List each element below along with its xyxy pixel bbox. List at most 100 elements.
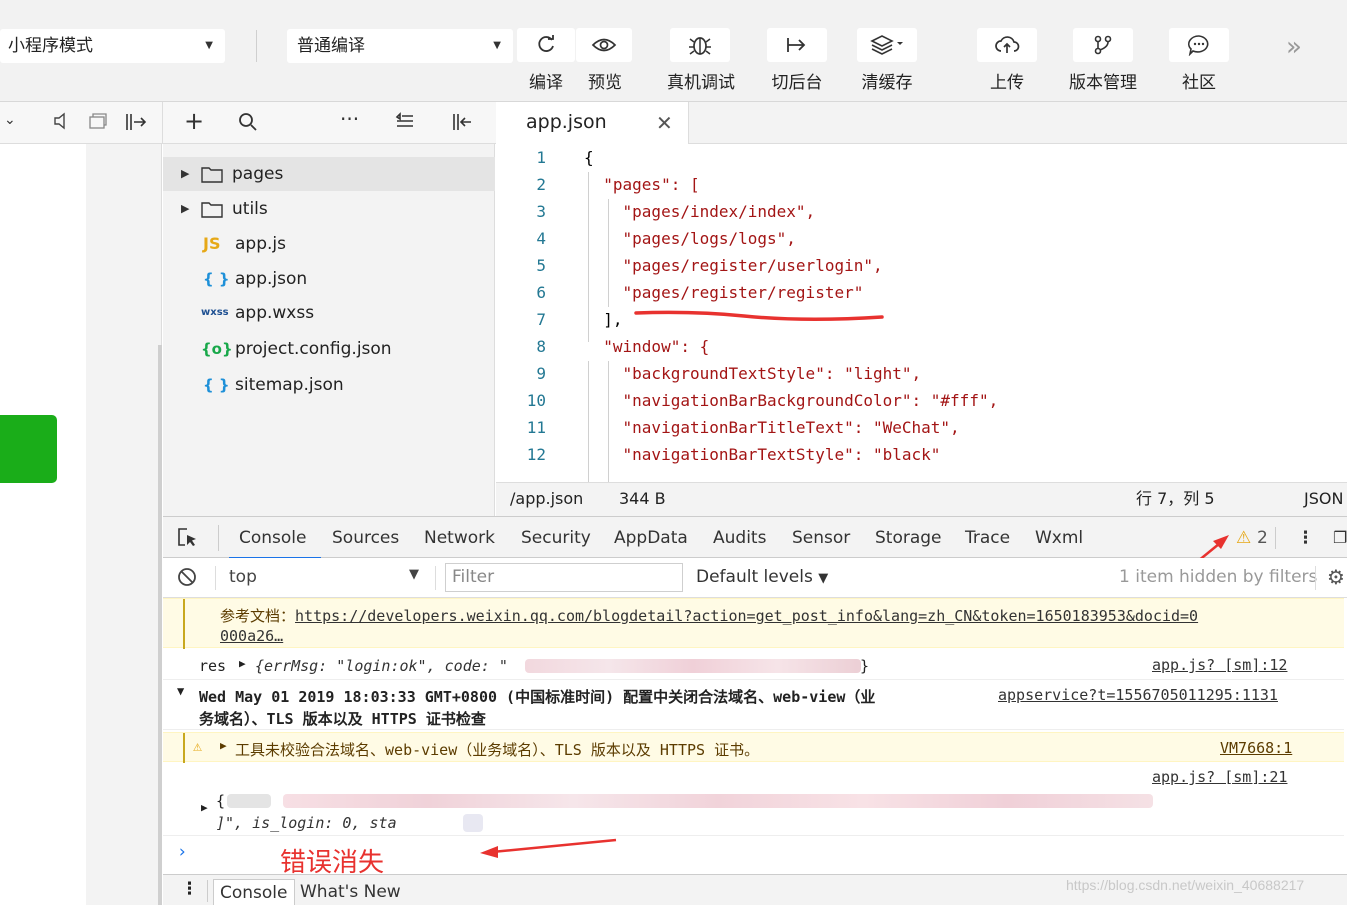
redacted-region [525, 659, 861, 673]
context-select[interactable]: top ▼ [223, 558, 429, 598]
tab-sensor[interactable]: Sensor [792, 528, 850, 548]
compile-select-value: 普通编译 [297, 36, 365, 56]
status-file-size: 344 B [619, 489, 666, 508]
warning-text: 工具未校验合法域名、web-view（业务域名）、TLS 版本以及 HTTPS … [235, 741, 760, 759]
tab-network[interactable]: Network [424, 528, 495, 548]
preview-button[interactable] [576, 28, 632, 62]
volume-icon[interactable] [52, 112, 68, 135]
expand-arrow-icon[interactable]: ▶ [201, 801, 208, 814]
editor-tab-label: app.json [526, 111, 607, 133]
compile-mode-select[interactable]: 普通编译 ▼ [287, 29, 513, 63]
mode-select[interactable]: 小程序模式 ▼ [0, 29, 225, 63]
red-arrow-annotation [480, 838, 617, 858]
kebab-menu-icon[interactable]: ⋮ [181, 879, 198, 899]
warning-bar [183, 599, 185, 649]
tree-item-pages[interactable]: ▶ pages [163, 157, 495, 191]
group-source-link[interactable]: appservice?t=1556705011295:1131 [992, 686, 1278, 704]
doc-link-continued[interactable]: 000a26… [220, 627, 283, 645]
collapse-all-icon[interactable] [395, 112, 415, 135]
warning-icon: ⚠ [193, 737, 203, 755]
status-cursor-position[interactable]: 行 7，列 5 [1136, 483, 1215, 515]
tree-item-project-config[interactable]: {o} project.config.json [163, 332, 495, 366]
log-source-link[interactable]: app.js? [sm]:12 [1152, 656, 1287, 674]
line-number: 12 [526, 445, 546, 464]
res-object[interactable]: {errMsg: "login:ok", code: " [255, 657, 508, 675]
gear-icon[interactable]: ⚙ [1327, 565, 1345, 589]
redacted-region [463, 814, 483, 832]
tree-item-label: app.wxss [235, 303, 315, 323]
warning-icon[interactable]: ⚠ [1236, 528, 1251, 548]
console-prompt-icon[interactable]: › [177, 842, 187, 862]
community-button[interactable] [1169, 28, 1229, 62]
editor-tab-app-json[interactable]: app.json ✕ [496, 102, 689, 145]
inspect-element-icon[interactable] [177, 527, 199, 554]
search-icon[interactable] [238, 112, 258, 137]
drawer-tab-console[interactable]: Console [213, 879, 295, 905]
file-tree: ▶ pages ▶ utils JS app.js { } app.json w… [163, 144, 495, 516]
background-button[interactable] [767, 28, 827, 62]
compile-button[interactable] [517, 28, 575, 62]
undock-icon[interactable]: ❐ [1333, 528, 1347, 547]
log-levels-select[interactable]: Default levels ▼ [696, 567, 828, 587]
tab-wxml[interactable]: Wxml [1035, 528, 1083, 548]
simulator-scrollbar[interactable] [158, 345, 162, 905]
tab-trace[interactable]: Trace [965, 528, 1010, 548]
dock-left-icon[interactable] [451, 112, 473, 137]
tab-console[interactable]: Console [229, 528, 321, 559]
window-icon[interactable] [88, 112, 108, 135]
status-language[interactable]: JSON [1304, 483, 1343, 515]
chevron-down-icon[interactable]: ▼ [177, 684, 184, 698]
remote-debug-button[interactable] [670, 28, 730, 62]
clear-cache-label: 清缓存 [861, 73, 913, 93]
simulator-gutter [86, 144, 162, 905]
doc-link[interactable]: https://developers.weixin.qq.com/blogdet… [295, 607, 1198, 625]
console-filter-input[interactable]: Filter [445, 563, 683, 592]
more-icon[interactable]: ··· [340, 107, 359, 131]
drawer-tab-whats-new[interactable]: What's New [294, 879, 407, 905]
warning-source-link[interactable]: VM7668:1 [1220, 739, 1292, 757]
clear-console-icon[interactable] [177, 567, 197, 592]
upload-label: 上传 [990, 73, 1024, 93]
close-icon[interactable]: ✕ [656, 111, 673, 135]
expand-arrow-icon[interactable]: ▶ [220, 739, 227, 752]
filter-divider [1315, 566, 1316, 590]
console-doc-line: 参考文档：https://developers.weixin.qq.com/bl… [220, 605, 1198, 626]
red-underline-annotation [634, 310, 884, 322]
console-warning-entry: ⚠ ▶ 工具未校验合法域名、web-view（业务域名）、TLS 版本以及 HT… [163, 732, 1344, 763]
devtools-divider [1275, 527, 1276, 549]
tree-item-sitemap[interactable]: { } sitemap.json [163, 368, 495, 402]
tab-audits[interactable]: Audits [713, 528, 766, 548]
version-label: 版本管理 [1069, 73, 1137, 93]
tree-item-app-js[interactable]: JS app.js [163, 227, 495, 261]
line-number: 2 [536, 175, 546, 194]
add-icon[interactable]: + [184, 107, 204, 135]
warning-count[interactable]: 2 [1257, 528, 1268, 548]
dock-right-icon[interactable] [124, 112, 148, 137]
chevron-down-icon[interactable]: ⌄ [4, 112, 16, 128]
object-source-link[interactable]: app.js? [sm]:21 [1152, 768, 1287, 786]
config-file-icon: {o} [201, 340, 233, 358]
group-title-continued: 务域名）、TLS 版本以及 HTTPS 证书检查 [199, 710, 486, 728]
console-filter-bar: top ▼ Filter Default levels ▼ 1 item hid… [163, 558, 1347, 598]
code-line: "pages/register/register" [584, 283, 864, 302]
tree-item-app-json[interactable]: { } app.json [163, 262, 495, 296]
kebab-menu-icon[interactable]: ⋮ [1297, 528, 1314, 548]
code-editor[interactable]: 1 2 3 4 5 6 7 8 9 10 11 12 { "pages": [ … [496, 144, 1347, 482]
watermark-text: https://blog.csdn.net/weixin_40688217 [1066, 877, 1305, 893]
simulator-green-button[interactable] [0, 415, 57, 483]
upload-button[interactable] [977, 28, 1037, 62]
tab-storage[interactable]: Storage [875, 528, 942, 548]
tree-item-utils[interactable]: ▶ utils [163, 192, 495, 226]
chevron-right-icon: ▶ [181, 167, 190, 180]
editor-status-bar: /app.json 344 B 行 7，列 5 JSON [496, 482, 1347, 516]
version-control-button[interactable] [1073, 28, 1133, 62]
code-line: "pages/register/userlogin", [584, 256, 883, 275]
expand-arrow-icon[interactable]: ▶ [239, 657, 246, 670]
tab-security[interactable]: Security [521, 528, 591, 548]
line-number: 6 [536, 283, 546, 302]
more-chevrons-icon[interactable]: » [1286, 32, 1302, 62]
clear-cache-button[interactable] [857, 28, 917, 62]
tab-appdata[interactable]: AppData [614, 528, 688, 548]
tree-item-app-wxss[interactable]: wxss app.wxss [163, 296, 495, 330]
tab-sources[interactable]: Sources [332, 528, 399, 548]
